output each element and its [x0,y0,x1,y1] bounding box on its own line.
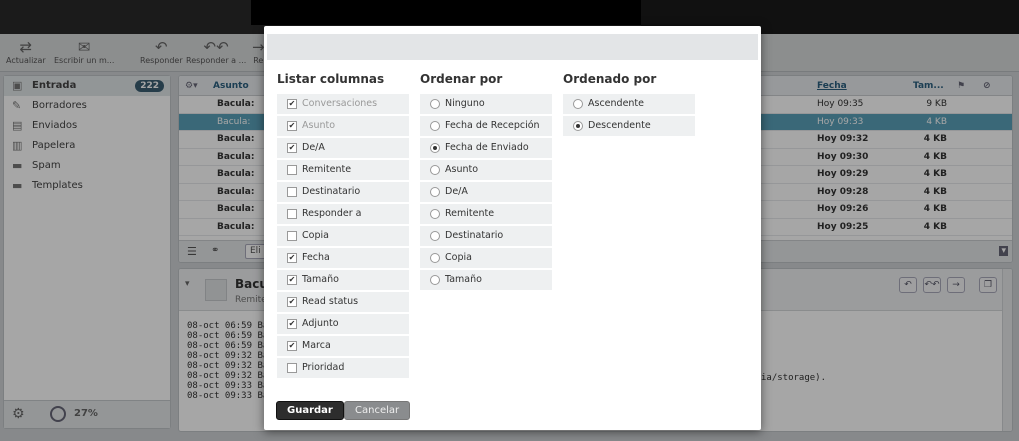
checkbox: ✔ [287,99,297,109]
sort-option-label: Fecha de Enviado [445,142,529,153]
checkbox[interactable] [287,363,297,373]
column-option: ✔ Asunto [277,116,409,136]
sort-option[interactable]: Ninguno [420,94,552,114]
order-title: Ordenado por [563,72,657,86]
column-option-label: Responder a [302,208,362,219]
list-options-dialog: Listar columnas ✔ Conversaciones ✔ Asunto ✔ D… [264,26,761,430]
checkbox: ✔ [287,121,297,131]
order-option-label: Descendente [588,120,651,131]
sort-option-label: Destinatario [445,230,504,241]
sort-option[interactable]: Destinatario [420,226,552,246]
column-option[interactable]: Destinatario [277,182,409,202]
radio-button[interactable] [430,231,440,241]
save-button[interactable]: Guardar [276,401,344,420]
sort-option-label: Ninguno [445,98,485,109]
sort-section: Ordenar por Ninguno Fecha de Recepción Fec… [420,72,552,292]
column-option-label: Tamaño [302,274,339,285]
column-option-label: Asunto [302,120,336,131]
top-band [251,0,641,25]
column-option[interactable]: ✔ Tamaño [277,270,409,290]
sort-option[interactable]: De/A [420,182,552,202]
order-option[interactable]: Descendente [563,116,695,136]
column-option-label: Marca [302,340,331,351]
radio-button[interactable] [430,275,440,285]
column-option[interactable]: ✔ Marca [277,336,409,356]
column-option[interactable]: ✔ Fecha [277,248,409,268]
column-option-label: Fecha [302,252,330,263]
dialog-header [267,34,758,60]
column-option: ✔ Conversaciones [277,94,409,114]
checkbox[interactable] [287,209,297,219]
radio-button[interactable] [430,209,440,219]
order-section: Ordenado por Ascendente Descendente [563,72,695,138]
column-option[interactable]: Remitente [277,160,409,180]
column-option[interactable]: ✔ De/A [277,138,409,158]
checkbox[interactable] [287,165,297,175]
radio-button[interactable] [430,143,440,153]
radio-button[interactable] [430,99,440,109]
checkbox[interactable]: ✔ [287,341,297,351]
column-option-label: Destinatario [302,186,361,197]
sort-option[interactable]: Asunto [420,160,552,180]
column-option[interactable]: Prioridad [277,358,409,378]
checkbox[interactable]: ✔ [287,253,297,263]
columns-title: Listar columnas [277,72,385,86]
radio-button[interactable] [573,99,583,109]
sort-option-label: De/A [445,186,468,197]
checkbox[interactable] [287,187,297,197]
sort-option-label: Remitente [445,208,495,219]
column-option-label: Remitente [302,164,352,175]
column-option[interactable]: Copia [277,226,409,246]
checkbox[interactable]: ✔ [287,297,297,307]
column-option[interactable]: ✔ Adjunto [277,314,409,334]
column-option-label: Conversaciones [302,98,378,109]
radio-button[interactable] [430,165,440,175]
checkbox[interactable] [287,231,297,241]
sort-title: Ordenar por [420,72,503,86]
sort-option[interactable]: Fecha de Recepción [420,116,552,136]
cancel-button[interactable]: Cancelar [344,401,411,420]
column-option-label: Prioridad [302,362,345,373]
sort-option-label: Fecha de Recepción [445,120,540,131]
checkbox[interactable]: ✔ [287,319,297,329]
column-option[interactable]: Responder a [277,204,409,224]
sort-option[interactable]: Remitente [420,204,552,224]
column-option-label: Adjunto [302,318,339,329]
columns-section: Listar columnas ✔ Conversaciones ✔ Asunto ✔ D… [277,72,409,380]
order-option-label: Ascendente [588,98,645,109]
sort-option-label: Asunto [445,164,479,175]
checkbox[interactable]: ✔ [287,143,297,153]
sort-option-label: Copia [445,252,472,263]
radio-button[interactable] [430,253,440,263]
order-option[interactable]: Ascendente [563,94,695,114]
column-option[interactable]: ✔ Read status [277,292,409,312]
column-option-label: De/A [302,142,325,153]
checkbox[interactable]: ✔ [287,275,297,285]
column-option-label: Copia [302,230,329,241]
radio-button[interactable] [430,121,440,131]
radio-button[interactable] [430,187,440,197]
sort-option-label: Tamaño [445,274,482,285]
sort-option[interactable]: Copia [420,248,552,268]
sort-option[interactable]: Fecha de Enviado [420,138,552,158]
sort-option[interactable]: Tamaño [420,270,552,290]
column-option-label: Read status [302,296,359,307]
radio-button[interactable] [573,121,583,131]
